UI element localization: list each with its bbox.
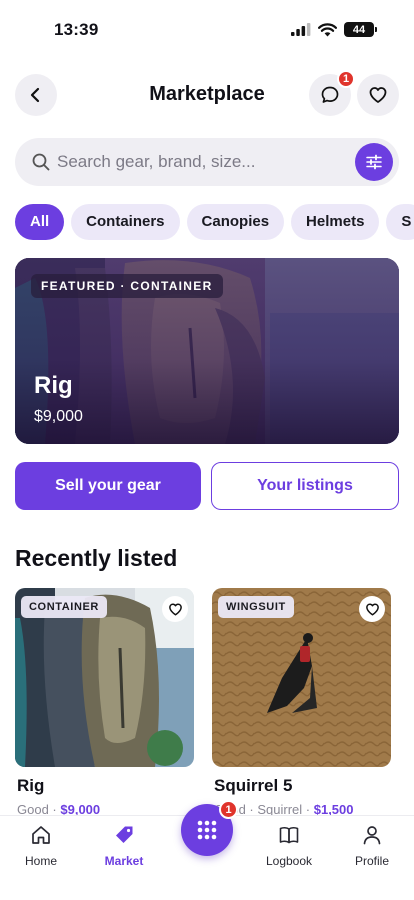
sliders-icon xyxy=(366,154,382,170)
section-title: Recently listed xyxy=(15,545,178,571)
status-icons: 44 xyxy=(291,22,377,37)
featured-listing[interactable]: FEATURED · CONTAINER Rig $9,000 xyxy=(15,258,399,444)
search-input[interactable] xyxy=(57,138,347,186)
chat-button[interactable]: 1 xyxy=(309,70,355,116)
featured-title: Rig xyxy=(34,372,73,399)
heart-icon xyxy=(369,87,387,103)
listing-title: Squirrel 5 xyxy=(214,776,293,795)
action-buttons: Sell your gear Your listings xyxy=(15,462,399,510)
status-bar: 13:39 44 xyxy=(0,0,414,56)
user-icon xyxy=(363,826,381,845)
signal-icon xyxy=(291,23,311,36)
nav-logbook-label: Logbook xyxy=(265,854,313,868)
listing-tag: WINGSUIT xyxy=(218,596,294,618)
search-icon xyxy=(32,153,50,171)
search-bar xyxy=(15,138,399,186)
nav-market-label: Market xyxy=(104,854,144,868)
status-time: 13:39 xyxy=(54,20,99,39)
nav-profile[interactable]: Profile xyxy=(337,824,407,868)
listing-title: Rig xyxy=(17,776,45,795)
category-chips: All Containers Canopies Helmets S xyxy=(15,204,414,240)
sell-gear-button[interactable]: Sell your gear xyxy=(15,462,201,510)
quick-actions-button[interactable]: 1 xyxy=(181,800,238,856)
featured-price: $9,000 xyxy=(34,408,83,425)
nav-home-label: Home xyxy=(24,854,57,868)
nav-home[interactable]: Home xyxy=(6,824,76,868)
fab-badge: 1 xyxy=(219,800,238,819)
grid-icon xyxy=(197,820,217,840)
chevron-left-icon xyxy=(30,87,40,103)
listing-image: CONTAINER xyxy=(15,588,194,767)
nav-profile-label: Profile xyxy=(354,854,389,868)
favorites-button[interactable] xyxy=(357,74,399,116)
nav-logbook[interactable]: Logbook xyxy=(254,824,324,868)
chip-canopies[interactable]: Canopies xyxy=(186,204,285,240)
favorite-button[interactable] xyxy=(162,596,188,622)
tag-icon xyxy=(116,826,133,843)
featured-tag: FEATURED · CONTAINER xyxy=(31,274,223,298)
chat-badge: 1 xyxy=(337,70,355,88)
your-listings-button[interactable]: Your listings xyxy=(211,462,399,510)
battery-level: 44 xyxy=(352,23,366,36)
chip-all[interactable]: All xyxy=(15,204,65,240)
chat-icon xyxy=(321,86,339,103)
listing-tag: CONTAINER xyxy=(21,596,107,618)
favorite-button[interactable] xyxy=(359,596,385,622)
book-icon xyxy=(279,827,299,844)
battery-icon: 44 xyxy=(344,22,377,37)
chip-overflow[interactable]: S xyxy=(386,204,414,240)
chip-helmets[interactable]: Helmets xyxy=(291,204,380,240)
wifi-icon xyxy=(318,22,337,36)
header: Marketplace 1 xyxy=(15,70,399,116)
listing-card[interactable]: WINGSUIT Squirrel 5 Good · Squirrel · $1… xyxy=(212,588,391,817)
heart-icon xyxy=(168,603,182,615)
heart-icon xyxy=(365,603,379,615)
home-icon xyxy=(32,826,50,844)
chip-containers[interactable]: Containers xyxy=(71,204,180,240)
filter-button[interactable] xyxy=(355,143,393,181)
listing-image: WINGSUIT xyxy=(212,588,391,767)
back-button[interactable] xyxy=(15,74,57,116)
listing-card[interactable]: CONTAINER Rig Good · $9,000 xyxy=(15,588,194,817)
nav-market[interactable]: Market xyxy=(89,824,159,868)
